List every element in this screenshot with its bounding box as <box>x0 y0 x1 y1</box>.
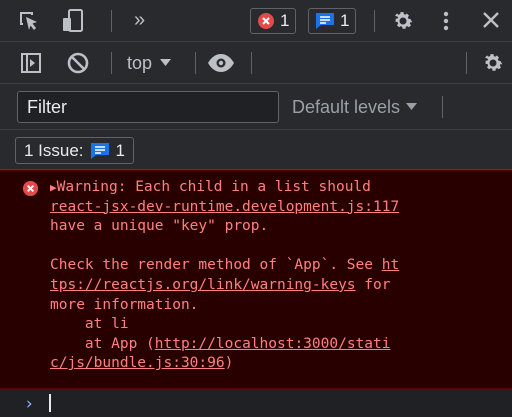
settings-gear-icon[interactable] <box>391 9 415 33</box>
message-line: Check the render method of `App`. See <box>50 257 382 274</box>
text-cursor <box>49 394 51 412</box>
log-levels-dropdown[interactable]: Default levels <box>292 84 418 130</box>
stack-frame: at App ( <box>50 335 155 352</box>
dropdown-arrow-icon <box>160 59 172 66</box>
toolbar-separator <box>251 52 252 74</box>
message-count: 1 <box>340 11 350 30</box>
message-line: more information. <box>50 296 199 313</box>
message-line: Warning: Each child in a list should <box>56 179 371 195</box>
docs-link[interactable]: tps://reactjs.org/link/warning-keys <box>50 277 356 293</box>
message-line: for <box>355 276 391 293</box>
message-line: ) <box>224 355 234 372</box>
close-devtools-icon[interactable] <box>481 10 501 30</box>
error-icon <box>258 13 274 29</box>
more-tabs-button[interactable]: » <box>134 9 145 32</box>
filter-input[interactable]: Filter <box>17 91 279 123</box>
stack-frame: at li <box>50 316 129 333</box>
toolbar-separator <box>195 52 196 74</box>
context-label: top <box>127 52 153 73</box>
console-toolbar: top <box>0 42 512 84</box>
prompt-caret-icon: › <box>24 394 35 414</box>
log-levels-label: Default levels <box>292 96 401 117</box>
filter-bar: Filter Default levels <box>0 84 512 130</box>
live-expression-eye-icon[interactable] <box>207 53 235 73</box>
bundle-link[interactable]: http://localhost:3000/stati <box>155 336 391 352</box>
message-line: have a unique "key" prop. <box>50 218 269 235</box>
toolbar-separator <box>111 10 112 32</box>
dropdown-arrow-icon <box>406 103 418 110</box>
error-message-text: ▶Warning: Each child in a list should re… <box>50 178 500 374</box>
inspect-element-icon[interactable] <box>17 9 41 33</box>
toolbar-separator <box>466 52 467 74</box>
devtools-main-toolbar: » 1 1 <box>0 0 512 42</box>
message-icon <box>316 13 334 29</box>
docs-link[interactable]: ht <box>382 257 399 273</box>
error-icon <box>22 180 39 202</box>
console-settings-gear-icon[interactable] <box>481 51 505 75</box>
console-error-message: ▶Warning: Each child in a list should re… <box>0 170 512 389</box>
source-link[interactable]: react-jsx-dev-runtime.development.js:117 <box>50 199 399 215</box>
toolbar-separator <box>442 96 443 118</box>
clear-console-icon[interactable] <box>66 51 90 75</box>
error-count-badge[interactable]: 1 <box>250 8 297 34</box>
toolbar-separator <box>111 52 112 74</box>
issues-bar: 1 Issue: 1 <box>0 130 512 170</box>
issues-label: 1 Issue: <box>24 140 84 160</box>
issues-button[interactable]: 1 Issue: 1 <box>15 137 135 164</box>
message-icon <box>90 142 109 159</box>
message-count-badge[interactable]: 1 <box>308 8 357 34</box>
bundle-link[interactable]: c/js/bundle.js:30:96 <box>50 355 225 371</box>
issues-count: 1 <box>115 140 126 160</box>
expand-triangle-icon[interactable]: ▶ <box>50 181 57 194</box>
more-options-icon[interactable] <box>442 9 450 33</box>
toolbar-separator <box>374 10 375 32</box>
context-selector[interactable]: top <box>127 42 172 84</box>
error-count: 1 <box>280 11 290 30</box>
device-toggle-icon[interactable] <box>60 8 86 34</box>
sidebar-toggle-icon[interactable] <box>20 52 42 74</box>
console-prompt[interactable]: › <box>0 389 512 417</box>
